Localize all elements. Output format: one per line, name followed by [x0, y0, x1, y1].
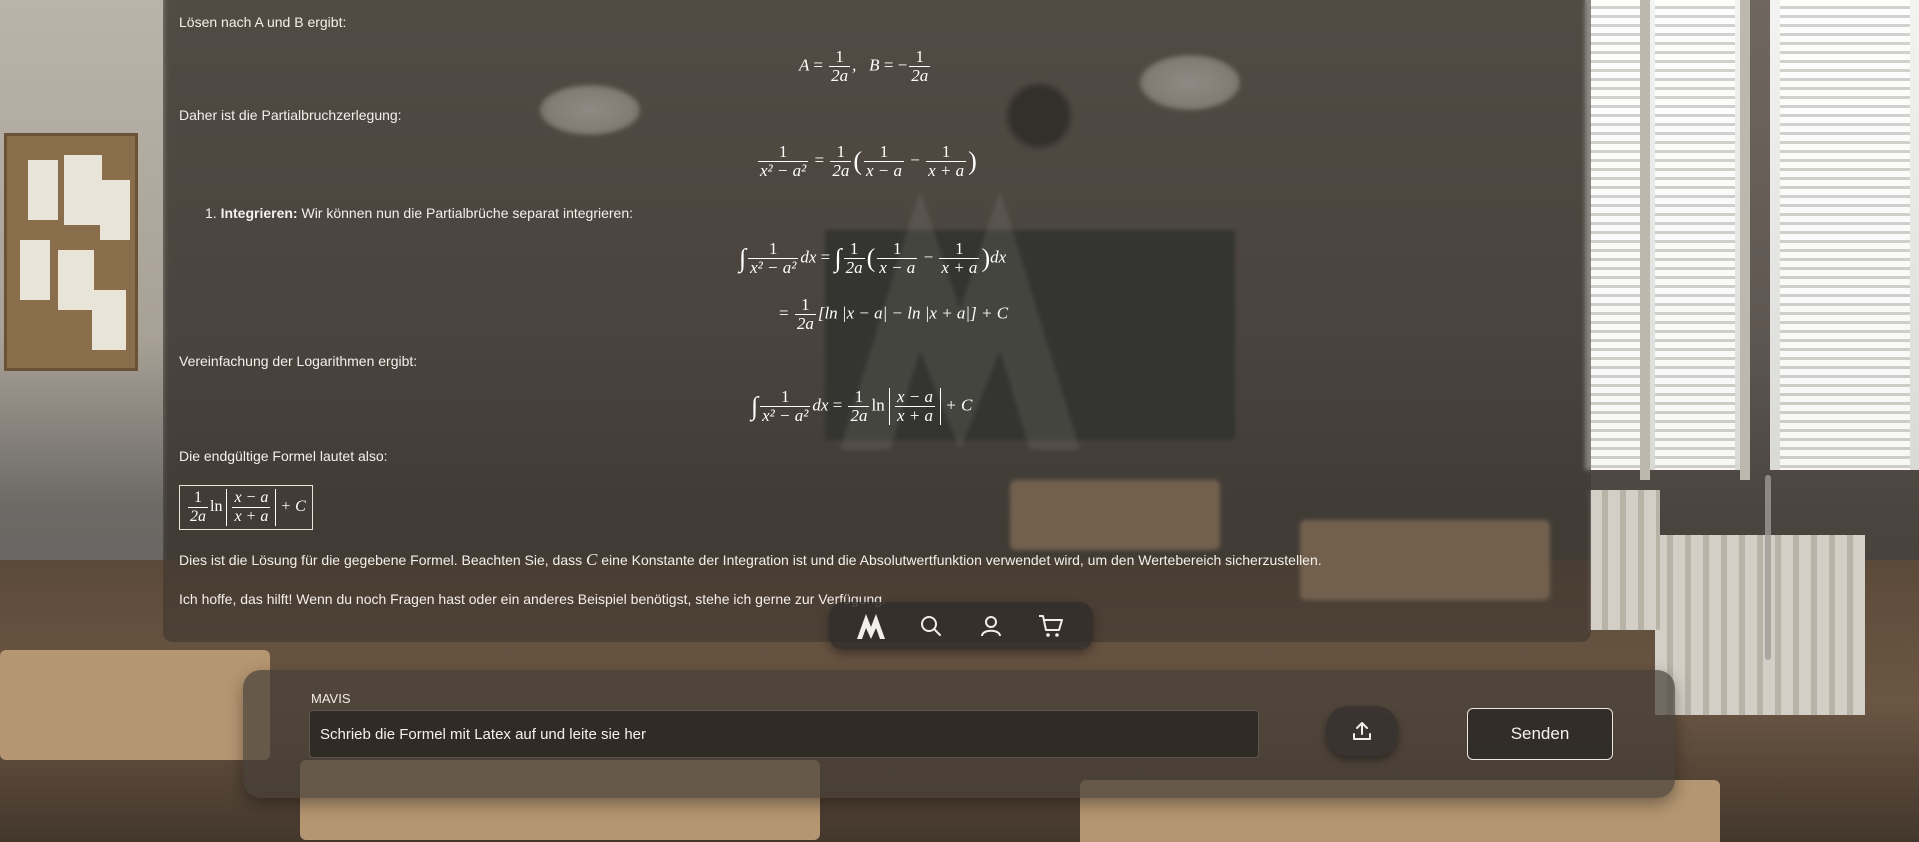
send-button[interactable]: Senden	[1467, 708, 1613, 760]
equation-a-b: A = 1 2a, B = −1 2a	[799, 47, 931, 85]
equation-integral-2: = 1 2a [ln |x − a| − ln |x + a|] + C	[779, 295, 1009, 333]
assistant-label: MAVIS	[311, 691, 351, 706]
floating-nav	[829, 602, 1093, 650]
upload-icon	[1353, 722, 1371, 740]
search-icon	[921, 616, 941, 636]
user-icon	[981, 616, 1001, 637]
equation-integral-1: ∫ 1 x² − a² dx = ∫ 1 2a(1 x − a − 1x + a)dx	[739, 239, 1007, 277]
nav-search-button[interactable]	[911, 606, 951, 646]
chat-panel: Lösen nach A und B ergibt: A = 1 2a, B = …	[163, 0, 1591, 642]
cart-icon	[1039, 615, 1063, 637]
upload-button[interactable]	[1326, 706, 1398, 756]
chat-line-partial: Daher ist die Partialbruchzerlegung:	[179, 107, 402, 123]
nav-cart-button[interactable]	[1031, 606, 1071, 646]
chat-line-final: Die endgültige Formel lautet also:	[179, 448, 388, 464]
chat-line-explain: Dies ist die Lösung für die gegebene For…	[179, 550, 1322, 569]
page-scrollbar[interactable]	[1765, 475, 1771, 660]
equation-log-simplified: ∫ 1 x² − a² dx = 1 2a ln x − ax + a + C	[751, 387, 973, 425]
nav-user-button[interactable]	[971, 606, 1011, 646]
chat-list-item-integrate: 1. Integrieren: Wir können nun die Parti…	[205, 205, 634, 221]
nav-home-button[interactable]	[851, 606, 891, 646]
final-formula-box: 1 2a ln x − ax + a + C	[179, 485, 313, 530]
logo-icon	[857, 614, 885, 639]
equation-partial-fraction: 1 x² − a² = 1 2a(1 x − a − 1x + a)	[758, 142, 977, 180]
chat-line-hope: Ich hoffe, das hilft! Wenn du noch Frage…	[179, 591, 886, 607]
chat-line-log: Vereinfachung der Logarithmen ergibt:	[179, 353, 418, 369]
prompt-input[interactable]	[309, 710, 1259, 758]
input-panel: MAVIS Senden	[243, 670, 1675, 798]
chat-line-solve: Lösen nach A und B ergibt:	[179, 14, 347, 30]
